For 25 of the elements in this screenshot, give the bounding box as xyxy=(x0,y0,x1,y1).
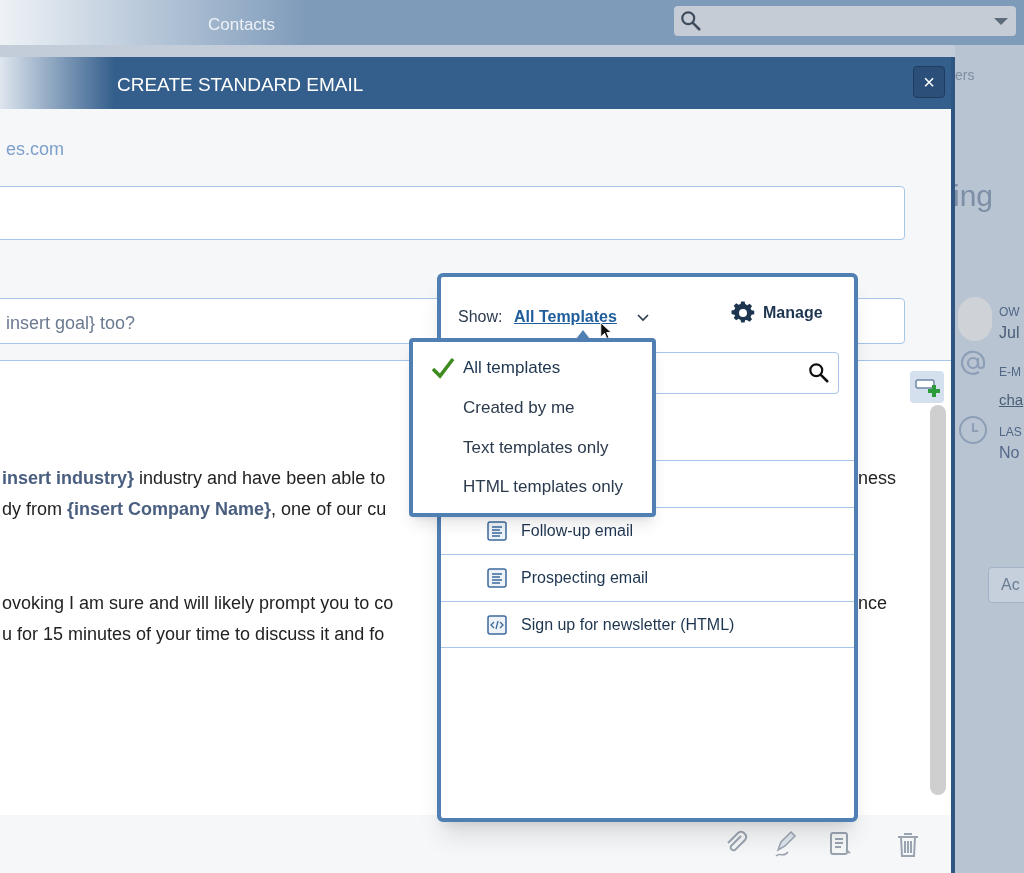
template-name: Prospecting email xyxy=(521,568,649,588)
body-text: nce xyxy=(858,592,888,615)
body-text: u for 15 minutes of your time to discuss it and fo xyxy=(2,623,385,646)
dialog-title: CREATE STANDARD EMAIL xyxy=(117,73,364,97)
template-name: Follow-up email xyxy=(521,521,634,541)
subject-text: insert goal} too? xyxy=(6,312,136,335)
body-text: insert industry} industry and have been able to xyxy=(2,467,386,490)
last-value: No xyxy=(999,443,1020,463)
field-label: OW xyxy=(999,304,1020,321)
panel-heading: ing xyxy=(953,178,994,214)
field-label: LAS xyxy=(999,424,1022,441)
option-label: Text templates only xyxy=(463,436,609,459)
option-label: Created by me xyxy=(463,396,575,419)
owner-name: Jul xyxy=(999,323,1020,343)
body-text: ness xyxy=(858,467,897,490)
show-label: Show: xyxy=(458,307,503,327)
field-label: E-M xyxy=(999,364,1021,381)
option-label: All templates xyxy=(463,357,561,380)
from-address: es.com xyxy=(6,138,65,161)
body-text: ovoking I am sure and will likely prompt you to co xyxy=(2,592,394,615)
template-name: Sign up for newsletter (HTML) xyxy=(521,614,735,635)
manage-label: Manage xyxy=(763,303,823,323)
option-label: HTML templates only xyxy=(463,476,623,499)
app-title: Contacts xyxy=(208,14,276,36)
body-text: dy from {insert Company Name}, one of our cu xyxy=(2,498,387,521)
